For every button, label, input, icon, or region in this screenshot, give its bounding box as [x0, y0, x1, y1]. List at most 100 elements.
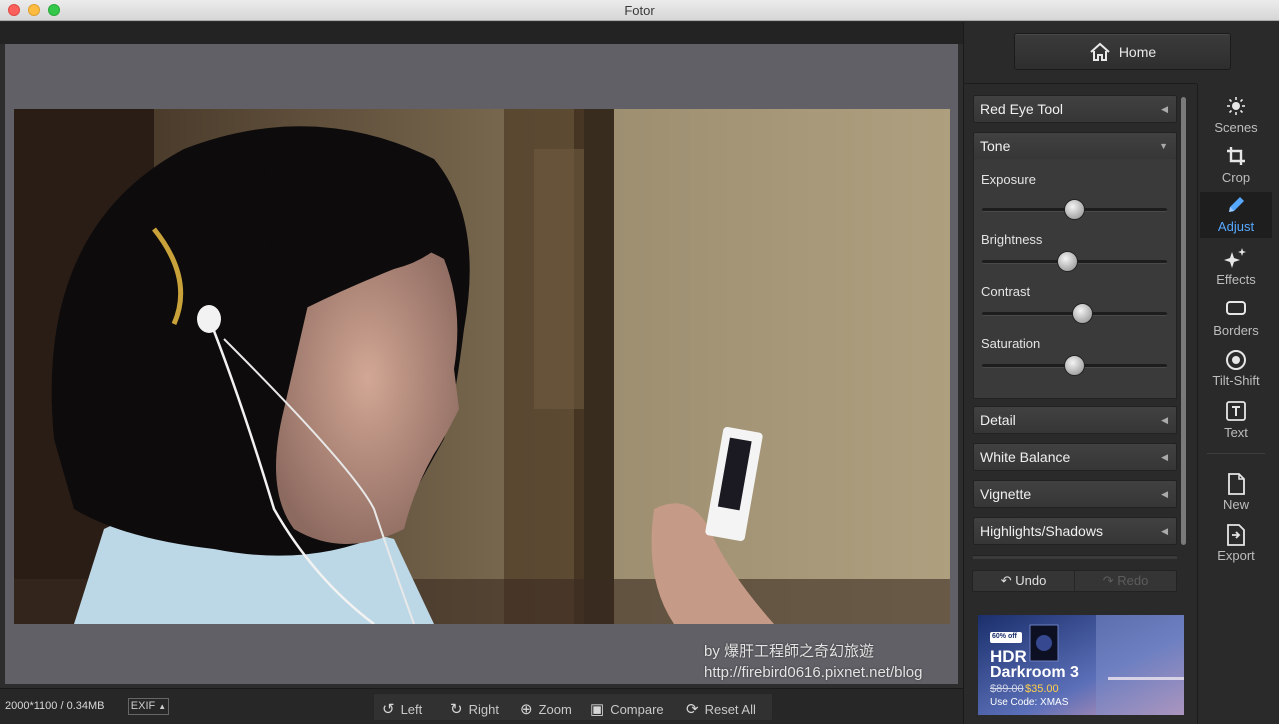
home-icon	[1090, 42, 1110, 61]
saturation-slider[interactable]	[982, 355, 1167, 376]
promo-old-price: $89.00	[990, 683, 1024, 695]
tool-label: Export	[1217, 548, 1255, 563]
section-label: Tone	[980, 138, 1011, 154]
home-label: Home	[1118, 43, 1157, 60]
collapse-arrow-icon: ◀	[1161, 526, 1168, 536]
photo-image	[14, 109, 950, 624]
rotate-right-icon: ↻	[450, 701, 463, 718]
sparkles-icon	[1200, 248, 1272, 272]
exposure-label: Exposure	[981, 172, 1036, 187]
undo-button[interactable]: ↶ Undo	[973, 571, 1075, 591]
adjust-scrollbar[interactable]	[1181, 97, 1186, 545]
tool-label: Adjust	[1217, 219, 1255, 234]
text-icon	[1200, 401, 1272, 425]
watermark-line1: by 爆肝工程師之奇幻旅遊	[704, 643, 875, 660]
section-white-balance[interactable]: White Balance ◀	[973, 443, 1177, 471]
exposure-slider-knob[interactable]	[1064, 199, 1085, 220]
compare-label: Compare	[610, 701, 664, 717]
redo-label: Redo	[1117, 573, 1149, 588]
compare-button[interactable]: ▣ Compare	[590, 700, 664, 718]
image-dimensions: 2000*1100 / 0.34MB	[5, 700, 105, 712]
promo-title-product: Darkroom 3	[990, 664, 1079, 681]
redo-icon: ↷	[1102, 573, 1114, 588]
rotate-left-button[interactable]: ↺ Left	[382, 700, 422, 718]
crop-icon	[1200, 146, 1272, 170]
brightness-label: Brightness	[981, 232, 1043, 247]
section-tone[interactable]: Tone ▼	[973, 132, 1177, 160]
image-toolstrip: ↺ Left ↻ Right ⊕ Zoom ▣ Compare ⟳ Reset …	[373, 693, 773, 721]
promo-banner[interactable]: 60% off HDR Darkroom 3 $89.00 $35.00 Use…	[978, 615, 1184, 715]
promo-code: Use Code: XMAS	[990, 697, 1069, 708]
tool-label: Borders	[1213, 323, 1259, 338]
tool-label: New	[1222, 497, 1249, 512]
section-label: Detail	[980, 412, 1016, 428]
caret-up-icon: ▲	[158, 702, 167, 711]
collapse-arrow-icon: ◀	[1161, 415, 1168, 425]
tool-scenes[interactable]: Scenes	[1200, 93, 1272, 139]
contrast-label: Contrast	[981, 284, 1031, 299]
window-title: Fotor	[624, 3, 655, 18]
section-vignette[interactable]: Vignette ◀	[973, 480, 1177, 508]
tool-borders[interactable]: Borders	[1200, 296, 1272, 342]
section-highlights-shadows[interactable]: Highlights/Shadows ◀	[973, 517, 1177, 545]
collapse-arrow-icon: ◀	[1161, 489, 1168, 499]
tool-label: Tilt-Shift	[1212, 373, 1260, 388]
section-label: Vignette	[980, 486, 1032, 502]
watermark: by 爆肝工程師之奇幻旅遊 http://firebird0616.pixnet…	[704, 641, 922, 683]
tool-tilt-shift[interactable]: Tilt-Shift	[1200, 346, 1272, 392]
tool-text[interactable]: Text	[1200, 398, 1272, 444]
export-icon	[1200, 524, 1272, 548]
brightness-slider[interactable]	[982, 251, 1167, 272]
panel-divider	[963, 83, 1197, 84]
tool-new[interactable]: New	[1200, 470, 1272, 516]
new-document-icon	[1200, 473, 1272, 497]
tool-adjust[interactable]: Adjust	[1200, 192, 1272, 238]
contrast-slider-knob[interactable]	[1072, 303, 1093, 324]
section-label: White Balance	[980, 449, 1071, 465]
adjust-scrollbar-thumb[interactable]	[1181, 97, 1186, 545]
section-next-partial	[973, 555, 1177, 559]
exif-button[interactable]: EXIF ▲	[128, 698, 169, 715]
tilt-shift-icon	[1200, 349, 1272, 373]
expand-arrow-icon: ▼	[1159, 141, 1168, 151]
brightness-slider-knob[interactable]	[1057, 251, 1078, 272]
tool-export[interactable]: Export	[1200, 521, 1272, 567]
section-label: Highlights/Shadows	[980, 523, 1103, 539]
redo-button[interactable]: ↷ Redo	[1075, 571, 1176, 591]
title-bar: Fotor	[0, 0, 1279, 21]
section-detail[interactable]: Detail ◀	[973, 406, 1177, 434]
bottom-bar: 2000*1100 / 0.34MB EXIF ▲ ↺ Left ↻ Right…	[0, 688, 963, 724]
saturation-label: Saturation	[981, 336, 1041, 351]
exposure-slider[interactable]	[982, 199, 1167, 220]
compare-icon: ▣	[590, 701, 605, 718]
promo-new-price: $35.00	[1025, 683, 1059, 695]
reset-all-label: Reset All	[704, 701, 756, 717]
frame-icon	[1200, 299, 1272, 323]
sun-icon	[1200, 96, 1272, 120]
promo-badge: 60% off	[992, 633, 1017, 640]
collapse-arrow-icon: ◀	[1161, 104, 1168, 114]
undo-label: Undo	[1015, 573, 1047, 588]
zoom-label: Zoom	[538, 701, 572, 717]
tool-crop[interactable]: Crop	[1200, 143, 1272, 189]
section-red-eye-tool[interactable]: Red Eye Tool ◀	[973, 95, 1177, 123]
contrast-slider[interactable]	[982, 303, 1167, 324]
saturation-slider-knob[interactable]	[1064, 355, 1085, 376]
tool-label: Scenes	[1214, 120, 1258, 135]
reset-icon: ⟳	[686, 701, 699, 718]
rotate-right-button[interactable]: ↻ Right	[450, 700, 499, 718]
pencil-icon	[1200, 195, 1272, 219]
home-button[interactable]: Home	[1014, 33, 1231, 70]
tool-effects[interactable]: Effects	[1200, 245, 1272, 291]
photo[interactable]	[14, 109, 950, 624]
canvas-top-strip	[0, 22, 963, 44]
collapse-arrow-icon: ◀	[1161, 452, 1168, 462]
reset-all-button[interactable]: ⟳ Reset All	[686, 700, 756, 718]
tool-label: Effects	[1216, 272, 1256, 287]
zoom-button[interactable]: ⊕ Zoom	[520, 700, 572, 718]
tool-label: Text	[1224, 425, 1248, 440]
watermark-line2: http://firebird0616.pixnet.net/blog	[704, 664, 923, 681]
undo-icon: ↶	[1000, 573, 1012, 588]
app-window: Fotor by 爆肝工程師之奇幻旅遊 http://firebird0616.…	[0, 0, 1279, 724]
rotate-left-label: Left	[400, 701, 423, 717]
